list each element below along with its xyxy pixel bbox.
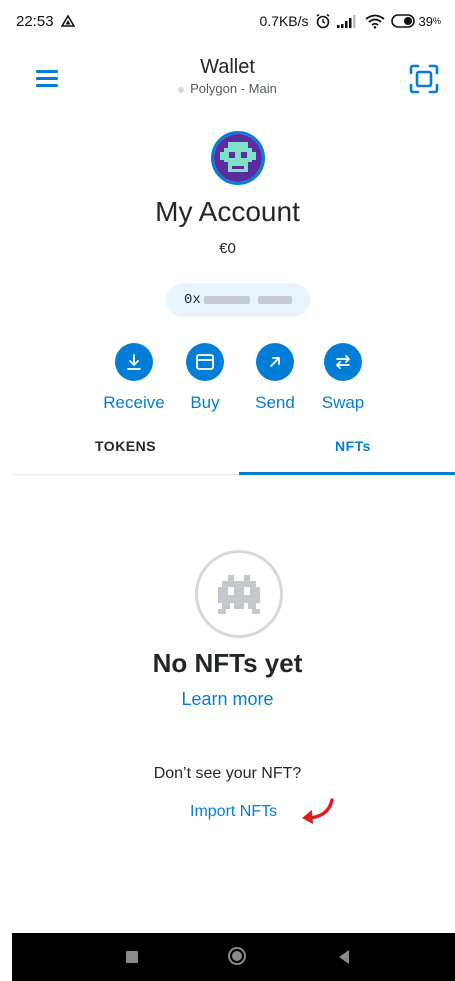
import-prompt: Don’t see your NFT?: [153, 765, 302, 782]
recents-icon[interactable]: [126, 951, 138, 963]
header-title-group: Wallet Polygon - Main: [0, 56, 455, 96]
account-avatar[interactable]: [211, 131, 265, 185]
signal-icon: [336, 15, 356, 28]
wallet-header: Wallet Polygon - Main: [0, 52, 455, 112]
account-balance: €0: [219, 240, 236, 257]
action-circle: [186, 343, 224, 381]
action-circle: [324, 343, 362, 381]
download-icon: [127, 354, 141, 370]
buy-label: Buy: [190, 393, 220, 412]
wallet-actions: Receive Buy Send Swap: [0, 343, 455, 423]
arrow-up-right-icon: [270, 357, 280, 367]
system-nav-bar: [12, 933, 455, 981]
copy-address-button[interactable]: 0x: [166, 283, 310, 317]
space-invader-icon: [218, 575, 260, 614]
account-name[interactable]: My Account: [0, 196, 455, 228]
swap-icon: [336, 355, 350, 369]
wifi-icon: [364, 14, 385, 29]
red-annotation-arrow-icon: [302, 798, 334, 824]
pixel-avatar-icon: [214, 134, 262, 182]
nft-placeholder: [195, 550, 283, 638]
network-speed: 0.7KB/s: [259, 13, 309, 29]
status-time-text: 22:53: [16, 13, 54, 30]
network-selector[interactable]: Polygon - Main: [0, 81, 455, 96]
address-redacted: [204, 296, 250, 304]
status-bar: 22:53 0.7KB/s 39 %: [0, 0, 455, 42]
network-dot-icon: [178, 86, 185, 93]
address-prefix: 0x: [184, 292, 201, 308]
tab-nfts[interactable]: NFTs: [335, 438, 371, 454]
learn-more-link[interactable]: Learn more: [0, 689, 455, 710]
drive-icon: [60, 15, 75, 27]
swap-button[interactable]: Swap: [303, 343, 383, 413]
status-time: 22:53: [16, 13, 75, 30]
home-icon[interactable]: [228, 947, 246, 965]
active-tab-indicator: [239, 472, 455, 475]
action-circle: [256, 343, 294, 381]
status-indicators: 0.7KB/s 39%: [259, 13, 441, 29]
alarm-icon: [316, 13, 329, 29]
back-icon[interactable]: [337, 948, 351, 966]
network-name: Polygon - Main: [190, 81, 277, 96]
battery-level: 39: [418, 13, 433, 29]
qr-scan-icon[interactable]: [409, 64, 439, 94]
asset-tabs: TOKENS NFTs: [12, 428, 455, 475]
battery-percent-sign: %: [432, 16, 441, 26]
swap-label: Swap: [321, 393, 365, 412]
import-nfts-link[interactable]: Import NFTs: [190, 803, 277, 821]
battery-icon: [390, 14, 415, 28]
card-icon: [196, 354, 214, 370]
address-redacted: [258, 296, 292, 304]
tab-tokens[interactable]: TOKENS: [95, 438, 156, 454]
action-circle: [115, 343, 153, 381]
receive-button[interactable]: Receive: [94, 343, 174, 413]
buy-button[interactable]: Buy: [165, 343, 245, 413]
page-title: Wallet: [200, 56, 255, 78]
empty-state-title: No NFTs yet: [152, 648, 303, 678]
receive-label: Receive: [103, 393, 165, 412]
